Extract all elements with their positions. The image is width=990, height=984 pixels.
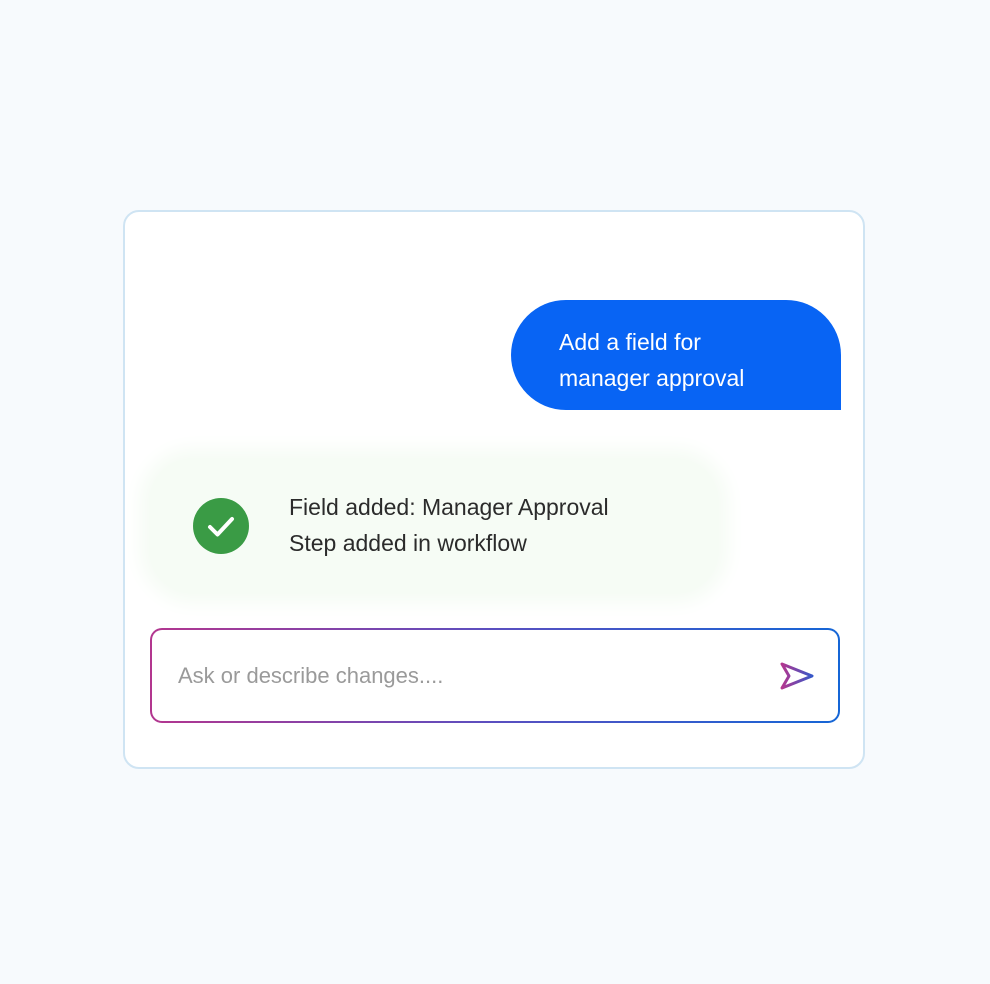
assistant-reply-bubble: Field added: Manager Approval Step added… [149,458,719,594]
user-message-bubble: Add a field for manager approval [511,300,841,410]
user-message-line-2: manager approval [559,365,745,391]
message-composer [150,628,840,723]
user-message-line-1: Add a field for [559,329,701,355]
assistant-reply-text: Field added: Manager Approval Step added… [289,489,609,561]
check-circle-icon [193,498,249,554]
assistant-reply-line-2: Step added in workflow [289,530,527,556]
assistant-reply-line-1: Field added: Manager Approval [289,494,609,520]
send-button[interactable] [778,658,818,694]
chat-panel: Add a field for manager approval Field a… [123,210,865,769]
message-input[interactable] [178,630,738,721]
send-icon [780,662,814,690]
message-composer-inner [152,630,838,721]
